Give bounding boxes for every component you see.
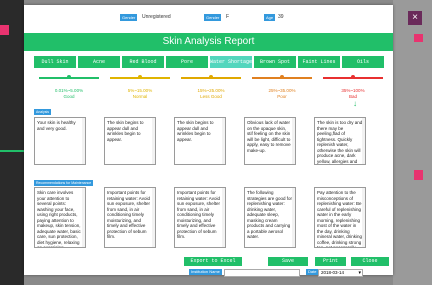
background-accent-right-bottom: [414, 170, 423, 180]
scale-label-poor: 25%~35.00% Poor: [268, 88, 296, 99]
tab-oils[interactable]: Oils: [342, 56, 384, 68]
scale-label-good: 0.01%~5.00% Good: [54, 88, 84, 99]
tab-dull-skin[interactable]: Dull Skin: [34, 56, 76, 68]
care-box-less-good[interactable]: Important points for retaining water: Av…: [174, 187, 226, 248]
scale-bar-less-good: [181, 75, 241, 79]
registration-value: Unregistered: [142, 14, 171, 20]
scale-marker: [209, 75, 213, 79]
date-label: Date: [306, 269, 319, 275]
analysis-box-less-good[interactable]: The skin begins to appear dull and wrink…: [174, 117, 226, 165]
background-right: [393, 0, 432, 285]
scale-bar-good: [39, 75, 99, 79]
window-close-button[interactable]: ×: [408, 11, 422, 25]
scale-marker: [67, 75, 71, 79]
gender-label: Gender: [120, 14, 138, 21]
tab-faint-lines[interactable]: Faint Lines: [298, 56, 340, 68]
age-label: Age: [264, 14, 276, 21]
calendar-dropdown-icon[interactable]: ▾: [358, 270, 361, 276]
export-excel-button[interactable]: Export to Excel: [184, 257, 242, 266]
analysis-box-bad[interactable]: The skin is too dry and there may be pee…: [314, 117, 366, 165]
analysis-box-poor[interactable]: Obvious lack of water on the opaque skin…: [244, 117, 296, 165]
print-button[interactable]: Print: [315, 257, 346, 266]
report-title: Skin Analysis Report: [24, 33, 393, 51]
background-accent-right-top: [414, 34, 423, 42]
current-level-arrow-icon: ↓: [353, 99, 357, 108]
gender-value: F: [226, 14, 230, 20]
tab-pore[interactable]: Pore: [166, 56, 208, 68]
close-button[interactable]: Close: [351, 257, 389, 266]
background-accent-left: [0, 25, 9, 35]
care-box-good[interactable]: Skin care involves your attention to sev…: [34, 187, 86, 248]
age-value: 39: [278, 14, 284, 20]
scale-marker: [280, 75, 284, 79]
background-green-line: [0, 150, 24, 152]
tab-brown-spot[interactable]: Brown Spot: [254, 56, 296, 68]
institution-label: Institution Name: [189, 269, 222, 275]
scale-label-less-good: 15%~25.00% Less Good: [197, 88, 225, 99]
institution-input[interactable]: [224, 269, 300, 277]
care-box-normal[interactable]: Important points for retaining water: Av…: [104, 187, 156, 248]
tab-red-blood[interactable]: Red Blood: [122, 56, 164, 68]
analysis-box-normal[interactable]: The skin begins to appear dull and wrink…: [104, 117, 156, 165]
scale-marker: [138, 75, 142, 79]
tab-water-shortage[interactable]: Water Shortage: [210, 56, 252, 68]
scale-label-normal: 5%~15.00% Normal: [127, 88, 153, 99]
care-box-poor[interactable]: The following strategies are good for re…: [244, 187, 296, 248]
scale-bar-bad: [323, 75, 383, 79]
care-box-bad[interactable]: Pay attention to the misconceptions of r…: [314, 187, 366, 248]
category-tabs: Dull Skin Acne Red Blood Pore Water Shor…: [34, 56, 384, 68]
analysis-tag: Analysis: [34, 109, 52, 115]
scale-marker: [351, 75, 355, 79]
date-picker[interactable]: 2018-03-14 ▾: [318, 269, 363, 277]
recommendations-tag: Recommendations for Maintenance: [34, 180, 94, 186]
date-value: 2018-03-14: [321, 270, 345, 275]
scale-bar-normal: [110, 75, 170, 79]
tab-acne[interactable]: Acne: [78, 56, 120, 68]
report-window: Gender Unregistered Gender F Age 39 Skin…: [24, 5, 393, 277]
gender-value-label: Gender: [204, 14, 222, 21]
scale-bar-poor: [252, 75, 312, 79]
save-button[interactable]: Save: [268, 257, 308, 266]
analysis-box-good[interactable]: Your skin is healthy and very good.: [34, 117, 86, 165]
background-left: [0, 0, 24, 285]
